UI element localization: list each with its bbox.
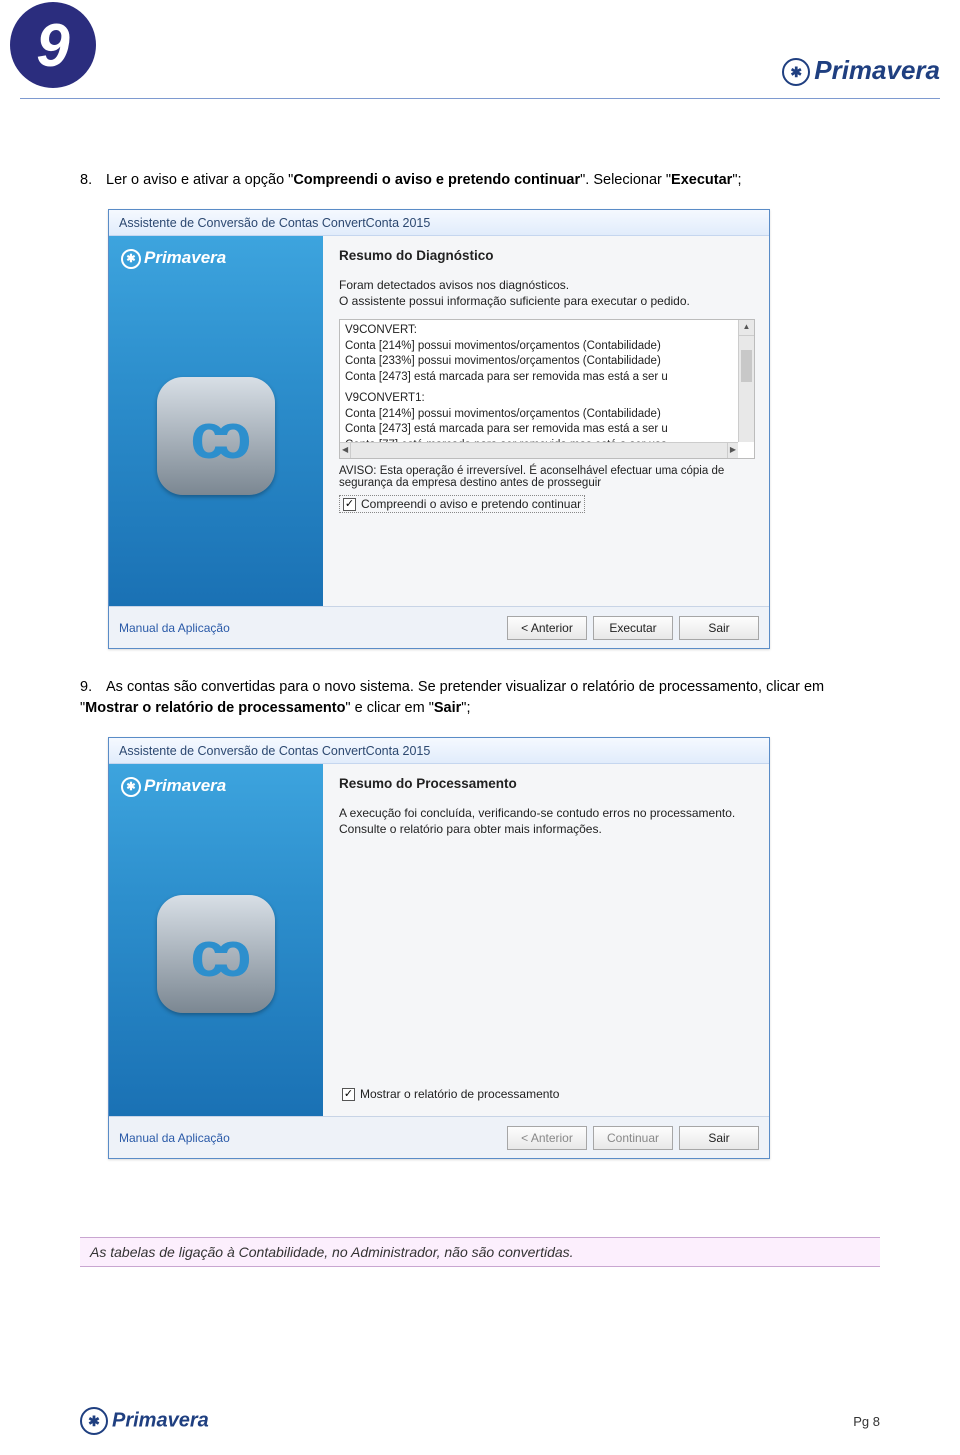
confirm-checkbox-row[interactable]: ✓ Compreendi o aviso e pretendo continua… [339,495,585,513]
continue-button[interactable]: Continuar [593,1126,673,1150]
diag-line: Conta [2473] está marcada para ser remov… [345,422,752,438]
screenshot-1: Assistente de Conversão de Contas Conver… [108,209,880,649]
wizard-body: ✱Primavera cɔ Resumo do Diagnóstico Fora… [109,236,769,606]
wizard-main: Resumo do Diagnóstico Foram detectados a… [323,236,769,606]
diag-line: Conta [214%] possui movimentos/orçamento… [345,339,752,355]
page-footer: ✱Primavera Pg 8 [80,1407,880,1435]
checkbox-icon[interactable]: ✓ [342,1088,355,1101]
diagnostics-listbox[interactable]: V9CONVERT: Conta [214%] possui movimento… [339,319,755,459]
brand-icon: ✱ [80,1407,108,1435]
manual-link[interactable]: Manual da Aplicação [119,621,230,635]
brand-icon: ✱ [121,249,141,269]
content-area: 8.Ler o aviso e ativar a opção "Compreen… [0,120,960,1197]
brand-logo: ✱Primavera [782,55,940,86]
diag-group: V9CONVERT: Conta [214%] possui movimento… [345,323,752,385]
diag-line: Conta [233%] possui movimentos/orçamento… [345,354,752,370]
badge-number: 9 [36,11,69,80]
wizard-sidebar: ✱Primavera cɔ [109,764,323,1116]
info-callout: As tabelas de ligação à Contabilidade, n… [80,1237,880,1267]
wizard-sidebar: ✱Primavera cɔ [109,236,323,606]
wizard-footer: Manual da Aplicação < Anterior Executar … [109,606,769,648]
wizard-heading: Resumo do Processamento [339,776,755,791]
link-icon: cɔ [190,399,241,473]
diag-line: Conta [2473] está marcada para ser remov… [345,370,752,386]
checkbox-label: Mostrar o relatório de processamento [360,1087,559,1101]
checkbox-label: Compreendi o aviso e pretendo continuar [361,497,581,511]
callout-text: As tabelas de ligação à Contabilidade, n… [90,1244,574,1260]
link-icon: cɔ [190,917,241,991]
scrollbar-thumb[interactable] [741,350,752,382]
sidebar-app-icon: cɔ [157,377,275,495]
sidebar-brand: ✱Primavera [109,236,323,269]
intro-text: A execução foi concluída, verificando-se… [339,805,755,837]
wizard-main: Resumo do Processamento A execução foi c… [323,764,769,1116]
header-divider [20,98,940,99]
step-9: 9.As contas são convertidas para o novo … [80,677,880,719]
wizard-titlebar: Assistente de Conversão de Contas Conver… [109,210,769,236]
show-report-checkbox-row[interactable]: ✓ Mostrar o relatório de processamento [339,1086,755,1102]
step-number: 9. [80,677,106,698]
step-text: Ler o aviso e ativar a opção "Compreendi… [106,172,742,188]
version-badge: 9 [10,2,96,88]
diag-line: Conta [214%] possui movimentos/orçamento… [345,407,752,423]
brand-icon: ✱ [782,58,810,86]
wizard-body: ✱Primavera cɔ Resumo do Processamento A … [109,764,769,1116]
step-8: 8.Ler o aviso e ativar a opção "Compreen… [80,170,880,191]
page-header: 9 ✱Primavera [0,0,960,120]
brand-text: Primavera [814,55,940,85]
brand-text: Primavera [112,1409,209,1431]
sidebar-brand: ✱Primavera [109,764,323,797]
step-number: 8. [80,170,106,191]
exit-button[interactable]: Sair [679,1126,759,1150]
execute-button[interactable]: Executar [593,616,673,640]
intro-text: Foram detectados avisos nos diagnósticos… [339,277,755,309]
scrollbar-vertical[interactable] [738,320,754,442]
scrollbar-horizontal[interactable] [340,442,738,458]
sidebar-app-icon: cɔ [157,895,275,1013]
wizard-footer: Manual da Aplicação < Anterior Continuar… [109,1116,769,1158]
wizard-titlebar: Assistente de Conversão de Contas Conver… [109,738,769,764]
wizard-heading: Resumo do Diagnóstico [339,248,755,263]
screenshot-2: Assistente de Conversão de Contas Conver… [108,737,880,1159]
warning-text: AVISO: Esta operação é irreversível. É a… [339,465,755,489]
back-button[interactable]: < Anterior [507,616,587,640]
checkbox-icon[interactable]: ✓ [343,498,356,511]
wizard-window: Assistente de Conversão de Contas Conver… [108,209,770,649]
diag-group-title: V9CONVERT: [345,323,752,339]
footer-brand-logo: ✱Primavera [80,1407,209,1435]
diag-group-title: V9CONVERT1: [345,391,752,407]
exit-button[interactable]: Sair [679,616,759,640]
page-number: Pg 8 [853,1414,880,1429]
back-button[interactable]: < Anterior [507,1126,587,1150]
brand-icon: ✱ [121,777,141,797]
window-title: Assistente de Conversão de Contas Conver… [119,216,430,230]
wizard-window: Assistente de Conversão de Contas Conver… [108,737,770,1159]
window-title: Assistente de Conversão de Contas Conver… [119,744,430,758]
manual-link[interactable]: Manual da Aplicação [119,1131,230,1145]
step-text: As contas são convertidas para o novo si… [80,679,824,716]
